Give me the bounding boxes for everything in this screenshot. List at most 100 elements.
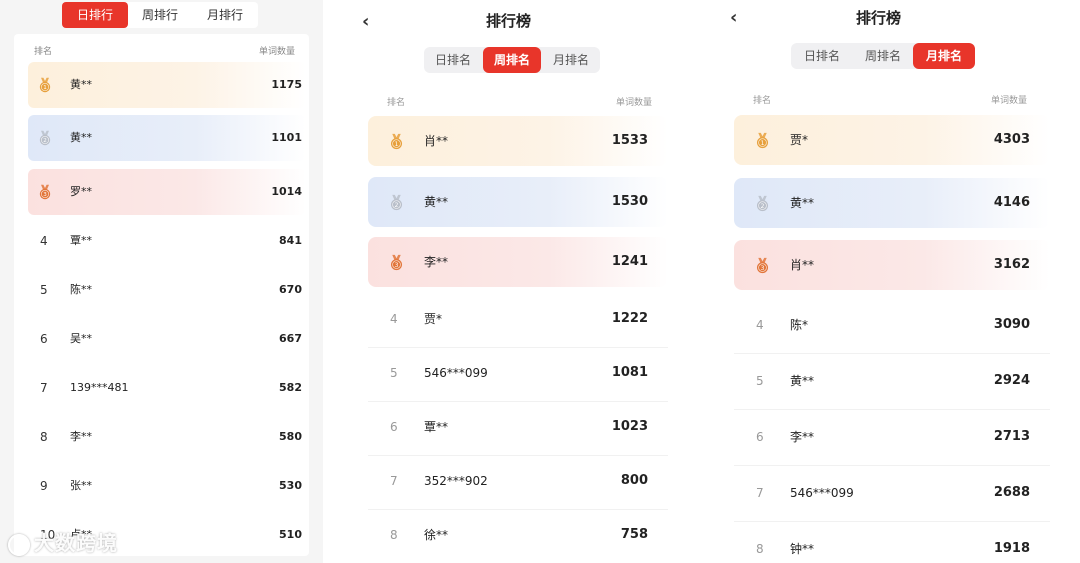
- user-name: 陈**: [70, 283, 92, 296]
- word-count: 1101: [271, 131, 302, 144]
- list-item: 7 546***099 2688: [734, 468, 1050, 522]
- svg-text:2: 2: [761, 203, 765, 210]
- tab-weekly[interactable]: 周排名: [853, 43, 913, 69]
- svg-text:2: 2: [43, 138, 47, 144]
- word-count: 4146: [993, 195, 1030, 210]
- svg-text:2: 2: [395, 202, 399, 209]
- word-count: 1533: [611, 133, 648, 148]
- word-count: 2713: [993, 429, 1030, 444]
- list-item: 2 黄** 1530: [368, 177, 668, 227]
- tab-daily[interactable]: 日排名: [791, 43, 853, 69]
- user-name: 黄**: [790, 196, 815, 210]
- tab-daily[interactable]: 日排行: [62, 2, 128, 28]
- word-count: 1918: [993, 541, 1030, 556]
- silver-medal-icon: 2: [37, 130, 53, 146]
- word-count: 530: [279, 479, 302, 492]
- daily-tab-bar: 日排行 周排行 月排行: [62, 2, 258, 28]
- rank-number: 7: [390, 474, 398, 488]
- list-item: 4 陈* 3090: [734, 300, 1050, 354]
- tab-daily[interactable]: 日排名: [424, 47, 482, 73]
- count-column-header: 单词数量: [990, 96, 1027, 106]
- tab-monthly[interactable]: 月排名: [542, 47, 600, 73]
- user-name: 139***481: [70, 381, 129, 394]
- word-count: 3162: [993, 257, 1030, 272]
- svg-text:3: 3: [43, 192, 47, 198]
- silver-medal-icon: 2: [388, 194, 405, 211]
- word-count: 1023: [611, 419, 648, 434]
- rank-number: 6: [390, 420, 398, 434]
- user-name: 546***099: [424, 366, 488, 380]
- list-item: 4 覃** 841: [28, 218, 306, 264]
- rank-column-header: 排名: [753, 96, 772, 106]
- user-name: 徐**: [424, 528, 449, 542]
- list-item: 6 李** 2713: [734, 412, 1050, 466]
- user-name: 肖**: [790, 258, 815, 272]
- back-chevron-left-icon[interactable]: ‹: [362, 10, 382, 34]
- rank-number: 4: [390, 312, 398, 326]
- rank-column-header: 排名: [34, 47, 53, 57]
- gold-medal-icon: 1: [388, 133, 405, 150]
- daily-rank-list: 排名 单词数量 1 黄** 1175 2 黄** 1101 3 罗** 1014 4 覃** 841 5…: [14, 34, 309, 556]
- weekly-leaderboard-panel: ‹ 排行榜 日排名 周排名 月排名 排名 单词数量 1 肖** 1533 2 黄** 15…: [350, 0, 680, 563]
- list-item: 4 贾* 1222: [368, 294, 668, 348]
- list-item: 9 张** 530: [28, 463, 306, 509]
- rank-number: 5: [756, 374, 764, 388]
- row-divider: [734, 409, 1050, 410]
- rank-number: 7: [40, 381, 48, 395]
- row-divider: [734, 465, 1050, 466]
- watermark-logo-icon: [8, 533, 30, 556]
- user-name: 黄**: [70, 78, 92, 91]
- user-name: 李**: [790, 430, 815, 444]
- rank-number: 4: [40, 234, 48, 248]
- word-count: 580: [279, 430, 302, 443]
- svg-text:1: 1: [395, 141, 399, 148]
- gold-medal-icon: 1: [754, 132, 771, 149]
- rank-number: 7: [756, 486, 764, 500]
- bronze-medal-icon: 3: [388, 254, 405, 271]
- word-count: 1014: [271, 185, 302, 198]
- word-count: 841: [279, 234, 302, 247]
- user-name: 罗**: [70, 185, 92, 198]
- list-item: 7 139***481 582: [28, 365, 306, 411]
- svg-text:3: 3: [761, 265, 765, 272]
- list-item: 8 钟** 1918: [734, 524, 1050, 563]
- tab-monthly[interactable]: 月排名: [913, 43, 975, 69]
- bronze-medal-icon: 3: [37, 184, 53, 200]
- period-tab-bar: 日排名 周排名 月排名: [791, 43, 975, 69]
- word-count: 1175: [271, 78, 302, 91]
- list-item: 1 贾* 4303: [734, 115, 1050, 165]
- list-item: 7 352***902 800: [368, 456, 668, 510]
- list-item: 1 肖** 1533: [368, 116, 668, 166]
- tab-monthly[interactable]: 月排行: [192, 2, 258, 28]
- word-count: 1081: [611, 365, 648, 380]
- list-item: 6 吴** 667: [28, 316, 306, 362]
- rank-number: 4: [756, 318, 764, 332]
- user-name: 352***902: [424, 474, 488, 488]
- word-count: 582: [279, 381, 302, 394]
- list-item: 3 罗** 1014: [28, 169, 306, 215]
- user-name: 吴**: [70, 332, 92, 345]
- list-item: 5 陈** 670: [28, 267, 306, 313]
- row-divider: [734, 521, 1050, 522]
- word-count: 2688: [993, 485, 1030, 500]
- user-name: 546***099: [790, 486, 854, 500]
- user-name: 李**: [70, 430, 92, 443]
- svg-text:1: 1: [43, 85, 47, 91]
- user-name: 贾*: [424, 312, 443, 326]
- tab-weekly[interactable]: 周排名: [483, 47, 541, 73]
- count-column-header: 单词数量: [258, 47, 295, 57]
- word-count: 670: [279, 283, 302, 296]
- user-name: 陈*: [790, 318, 809, 332]
- list-item: 8 李** 580: [28, 414, 306, 460]
- back-chevron-left-icon[interactable]: ‹: [730, 6, 750, 30]
- rank-number: 8: [40, 430, 48, 444]
- word-count: 800: [620, 473, 648, 488]
- word-count: 1222: [611, 311, 648, 326]
- list-item: 8 徐** 758: [368, 510, 668, 560]
- watermark: 大数跨境: [8, 528, 118, 558]
- count-column-header: 单词数量: [615, 98, 652, 108]
- word-count: 758: [620, 527, 648, 542]
- user-name: 黄**: [790, 374, 815, 388]
- tab-weekly[interactable]: 周排行: [128, 2, 192, 28]
- rank-number: 5: [390, 366, 398, 380]
